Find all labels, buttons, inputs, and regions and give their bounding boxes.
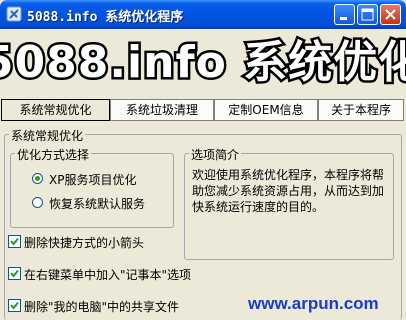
banner-text: 5088.info 系统优化	[0, 37, 406, 88]
minimize-button[interactable]	[334, 4, 355, 25]
option-intro-label: 选项简介	[189, 146, 242, 163]
tab-oem-info[interactable]: 定制OEM信息	[214, 99, 318, 121]
checkbox-remove-shortcut-arrow[interactable]: 删除快捷方式的小箭头	[8, 234, 308, 250]
minimize-icon	[340, 17, 347, 20]
optimize-method-label: 优化方式选择	[15, 146, 92, 163]
checkbox-box[interactable]	[8, 267, 21, 280]
watermark: www.arpun.com	[248, 294, 379, 313]
optimize-method-group: 优化方式选择	[10, 146, 174, 228]
checkbox-label[interactable]: 删除"我的电脑"中的共享文件	[24, 298, 179, 315]
checkmark-icon	[10, 269, 19, 278]
maximize-button[interactable]	[357, 4, 378, 25]
checkbox-box[interactable]	[8, 299, 21, 312]
option-intro-text: 欢迎使用系统优化程序，本程序将帮助您减少系统资源占用，从而达到加快系统运行速度的…	[192, 168, 385, 214]
app-icon	[6, 6, 22, 22]
checkbox-box[interactable]	[8, 235, 21, 248]
close-button[interactable]	[380, 4, 401, 25]
maximize-icon	[361, 8, 374, 21]
close-icon	[385, 9, 396, 20]
tab-about[interactable]: 关于本程序	[318, 99, 404, 121]
checkmark-icon	[10, 237, 19, 246]
tab-junk-cleanup[interactable]: 系统垃圾清理	[110, 99, 214, 121]
general-optimize-group-label: 系统常规优化	[9, 127, 86, 144]
radio-circle[interactable]	[32, 173, 43, 184]
tab-general-optimize[interactable]: 系统常规优化	[1, 99, 110, 121]
tab-bar: 系统常规优化 系统垃圾清理 定制OEM信息 关于本程序	[0, 99, 406, 121]
checkbox-label[interactable]: 删除快捷方式的小箭头	[24, 234, 144, 251]
banner-logo: 5088.info 系统优化	[0, 35, 406, 91]
window-title: 5088.info 系统优化程序	[27, 10, 184, 25]
title-bar[interactable]: 5088.info 系统优化程序	[0, 0, 406, 29]
radio-label[interactable]: 恢复系统默认服务	[49, 195, 145, 212]
radio-restore-default-services[interactable]: 恢复系统默认服务	[32, 195, 182, 211]
checkmark-icon	[10, 301, 19, 310]
checkbox-add-notepad-context[interactable]: 在右键菜单中加入"记事本"选项	[8, 266, 308, 282]
radio-selected-dot	[35, 176, 40, 181]
checkbox-label[interactable]: 在右键菜单中加入"记事本"选项	[24, 266, 191, 283]
radio-xp-service-optimize[interactable]: XP服务项目优化	[32, 171, 182, 187]
radio-circle[interactable]	[32, 197, 43, 208]
radio-label[interactable]: XP服务项目优化	[49, 171, 136, 188]
